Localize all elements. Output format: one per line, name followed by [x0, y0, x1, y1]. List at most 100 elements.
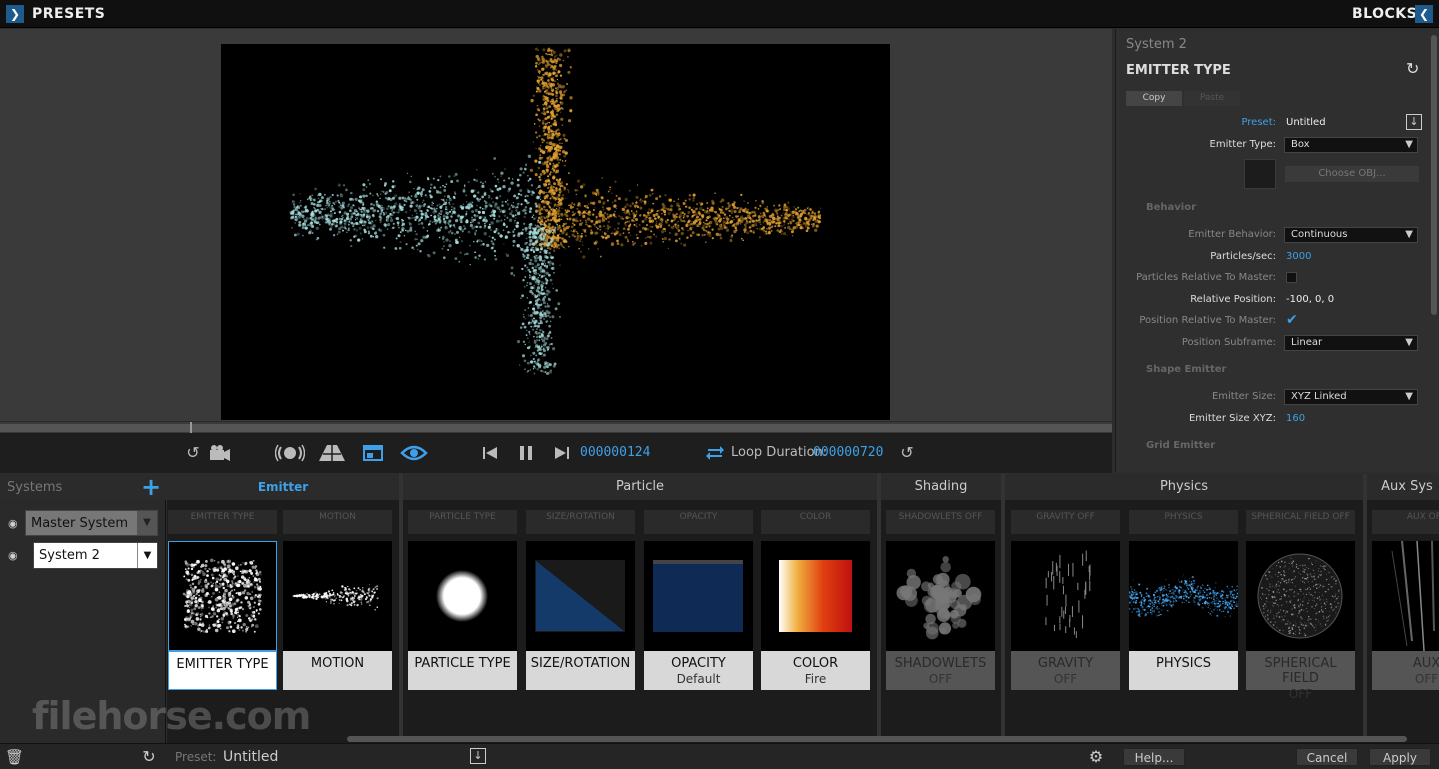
- choose-obj-button[interactable]: Choose OBJ...: [1285, 166, 1419, 182]
- preview-eye-icon[interactable]: [400, 443, 428, 463]
- chevron-down-icon[interactable]: ▼: [137, 543, 157, 568]
- reset-systems-icon[interactable]: ↻: [140, 748, 158, 766]
- gravity-thumbnail: [1011, 541, 1120, 651]
- block-color[interactable]: COLOR COLOR Fire: [761, 510, 870, 690]
- save-preset-icon[interactable]: ↓: [1406, 114, 1422, 130]
- category-emitter[interactable]: Emitter: [167, 474, 399, 500]
- block-physics[interactable]: PHYSICS PHYSICS: [1129, 510, 1238, 690]
- block-spherical-field[interactable]: SPHERICAL FIELD OFF SPHERICAL FIELD OFF: [1246, 510, 1355, 701]
- skip-back-icon[interactable]: [480, 443, 500, 463]
- pause-icon[interactable]: [516, 443, 536, 463]
- block-label: SHADOWLETS OFF: [886, 651, 995, 690]
- particles-relative-checkbox[interactable]: [1286, 272, 1297, 283]
- cancel-button[interactable]: Cancel: [1296, 748, 1358, 766]
- chevron-down-icon[interactable]: ▼: [137, 511, 157, 535]
- guide-icon[interactable]: [362, 443, 384, 463]
- trash-icon[interactable]: 🗑: [5, 748, 24, 766]
- grid-emitter-section: Grid Emitter: [1146, 440, 1216, 451]
- help-button[interactable]: Help...: [1123, 748, 1185, 766]
- block-opacity[interactable]: OPACITY OPACITY Default: [644, 510, 753, 690]
- relative-position-value[interactable]: -100, 0, 0: [1286, 294, 1334, 305]
- preview-viewer: [0, 29, 1112, 421]
- apply-button[interactable]: Apply: [1369, 748, 1431, 766]
- category-aux[interactable]: Aux Sys: [1367, 474, 1439, 500]
- block-header: SIZE/ROTATION: [526, 510, 635, 534]
- preset-label: Preset:: [175, 750, 217, 764]
- block-emitter-type[interactable]: EMITTER TYPE EMITTER TYPE: [168, 510, 277, 690]
- particles-sec-value[interactable]: 3000: [1286, 251, 1311, 262]
- block-motion[interactable]: MOTION MOTION: [283, 510, 392, 690]
- system-item-system-2[interactable]: System 2 ▼: [33, 542, 158, 569]
- system-item-master[interactable]: Master System ▼: [25, 510, 158, 536]
- block-gravity[interactable]: GRAVITY OFF GRAVITY OFF: [1011, 510, 1120, 690]
- block-header: PARTICLE TYPE: [408, 510, 517, 534]
- block-label: OPACITY Default: [644, 651, 753, 690]
- loop-icon[interactable]: [704, 443, 726, 463]
- category-divider: [1363, 474, 1367, 736]
- preset-value: Untitled: [223, 749, 279, 765]
- obj-thumbnail: [1244, 159, 1276, 189]
- loop-duration-value[interactable]: 000000720: [813, 445, 883, 460]
- position-subframe-dropdown[interactable]: Linear ▼: [1284, 335, 1418, 351]
- category-shading[interactable]: Shading: [881, 474, 1001, 500]
- current-frame[interactable]: 000000124: [580, 445, 650, 460]
- timeline-scrubber[interactable]: [0, 421, 1112, 434]
- systems-header: Systems: [7, 480, 63, 495]
- presets-title[interactable]: PRESETS: [32, 6, 105, 22]
- emitter-size-xyz-value[interactable]: 160: [1286, 413, 1305, 424]
- blocks-title[interactable]: BLOCKS: [1352, 6, 1417, 22]
- skip-forward-icon[interactable]: [552, 443, 572, 463]
- category-divider: [1001, 474, 1005, 736]
- expand-presets-icon[interactable]: ❯: [6, 5, 24, 23]
- block-header: OPACITY: [644, 510, 753, 534]
- size-rotation-thumbnail: [526, 541, 635, 651]
- particle-cloud: [289, 47, 822, 375]
- grid-floor-icon[interactable]: [318, 443, 346, 463]
- block-header: AUX OFF: [1372, 510, 1439, 534]
- emitter-type-dropdown[interactable]: Box ▼: [1284, 137, 1418, 153]
- color-thumbnail: [761, 541, 870, 651]
- category-divider: [877, 474, 881, 736]
- eye-icon[interactable]: ◉: [8, 549, 18, 562]
- block-size-rotation[interactable]: SIZE/ROTATION SIZE/ROTATION: [526, 510, 635, 690]
- block-shadowlets[interactable]: SHADOWLETS OFF SHADOWLETS OFF: [886, 510, 995, 690]
- category-divider: [399, 474, 403, 736]
- shadowlets-thumbnail: [886, 541, 995, 651]
- preset-label[interactable]: Preset:: [1241, 117, 1276, 128]
- preset-value: Untitled: [1286, 117, 1326, 128]
- block-particle-type[interactable]: PARTICLE TYPE PARTICLE TYPE: [408, 510, 517, 690]
- copy-button[interactable]: Copy: [1126, 91, 1182, 106]
- block-aux[interactable]: AUX OFF AUXOFF: [1372, 510, 1439, 690]
- block-label: SIZE/ROTATION: [526, 651, 635, 690]
- camera-icon[interactable]: [207, 443, 233, 463]
- block-label: EMITTER TYPE: [168, 651, 277, 690]
- emitter-type-thumbnail: [168, 541, 277, 651]
- paste-button[interactable]: Paste: [1184, 91, 1240, 106]
- save-preset-icon[interactable]: ↓: [470, 748, 486, 764]
- top-bar: ❯ PRESETS BLOCKS ❮: [0, 0, 1439, 28]
- blocks-scrollbar[interactable]: [347, 736, 1407, 742]
- emitter-settings-panel: System 2 EMITTER TYPE ↻ Copy Paste Prese…: [1115, 29, 1439, 472]
- emitter-behavior-dropdown[interactable]: Continuous ▼: [1284, 227, 1418, 243]
- position-relative-checkbox[interactable]: ✔: [1286, 313, 1300, 327]
- reset-loop-icon[interactable]: ↺: [897, 443, 917, 463]
- category-particle[interactable]: Particle: [403, 474, 877, 500]
- chevron-down-icon: ▼: [1405, 391, 1413, 402]
- opacity-thumbnail: [644, 541, 753, 651]
- eye-icon[interactable]: ◉: [8, 517, 18, 530]
- gear-icon[interactable]: ⚙: [1087, 748, 1105, 766]
- block-header: SPHERICAL FIELD OFF: [1246, 510, 1355, 534]
- reset-block-icon[interactable]: ↻: [1406, 59, 1419, 78]
- category-physics[interactable]: Physics: [1005, 474, 1363, 500]
- block-label: PHYSICS: [1129, 651, 1238, 690]
- reset-camera-icon[interactable]: ↺: [184, 443, 202, 463]
- add-system-icon[interactable]: +: [141, 474, 161, 500]
- motion-blur-icon[interactable]: [274, 443, 306, 463]
- relative-position-label: Relative Position:: [1190, 294, 1276, 305]
- expand-blocks-icon[interactable]: ❮: [1415, 5, 1433, 23]
- block-header: GRAVITY OFF: [1011, 510, 1120, 534]
- emitter-type-label: Emitter Type:: [1209, 139, 1276, 150]
- timeline-track[interactable]: [0, 424, 1112, 432]
- chevron-down-icon: ▼: [1405, 229, 1413, 240]
- emitter-size-dropdown[interactable]: XYZ Linked ▼: [1284, 389, 1418, 405]
